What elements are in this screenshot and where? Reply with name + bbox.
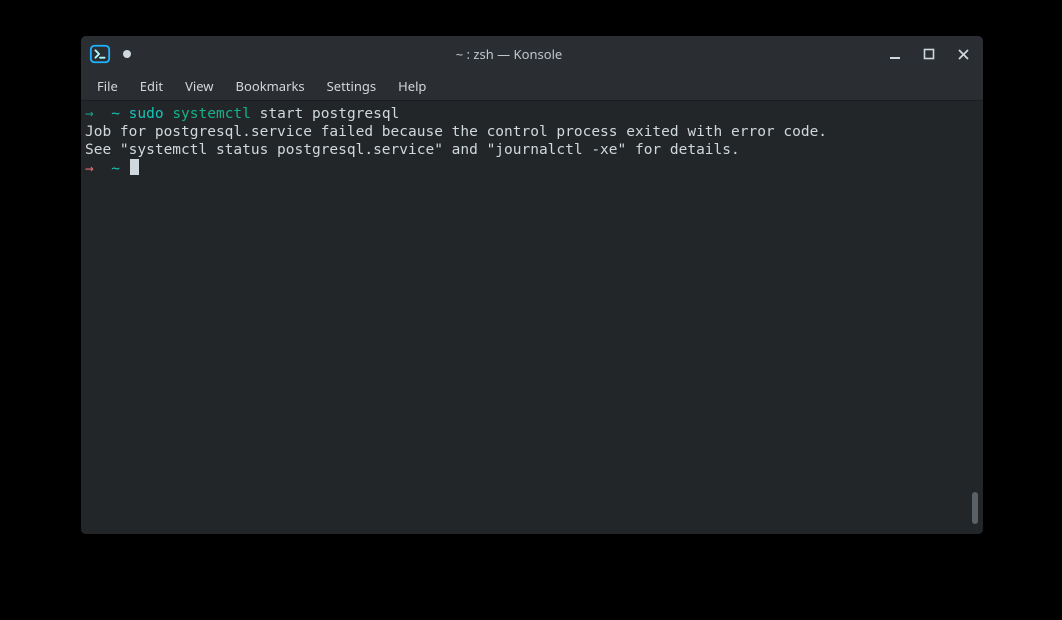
menu-help[interactable]: Help — [388, 75, 436, 97]
cmd-sudo: sudo — [129, 106, 164, 122]
menu-edit[interactable]: Edit — [130, 75, 173, 97]
menu-file[interactable]: File — [87, 75, 128, 97]
prompt-cwd: ~ — [111, 106, 120, 122]
prompt-arrow-error-icon: → — [85, 161, 94, 177]
menu-settings[interactable]: Settings — [317, 75, 386, 97]
terminal-viewport[interactable]: → ~ sudo systemctl start postgresql Job … — [81, 101, 983, 534]
menubar: File Edit View Bookmarks Settings Help — [81, 72, 983, 101]
tab-modified-indicator-icon — [123, 50, 131, 58]
window-controls — [887, 46, 975, 62]
terminal-cursor — [130, 159, 139, 175]
konsole-app-icon — [89, 43, 111, 65]
terminal-content: → ~ sudo systemctl start postgresql Job … — [85, 105, 969, 530]
menu-bookmarks[interactable]: Bookmarks — [226, 75, 315, 97]
maximize-button[interactable] — [921, 46, 937, 62]
scrollbar-thumb[interactable] — [972, 492, 978, 524]
terminal-scrollbar[interactable] — [971, 101, 979, 534]
output-line-2: See "systemctl status postgresql.service… — [85, 142, 740, 158]
prompt-arrow-icon: → — [85, 106, 94, 122]
minimize-button[interactable] — [887, 46, 903, 62]
konsole-window: ~ : zsh — Konsole File Edit View Bookmar… — [80, 35, 984, 535]
window-title: ~ : zsh — Konsole — [456, 45, 563, 63]
menu-view[interactable]: View — [175, 75, 223, 97]
prompt-cwd: ~ — [111, 161, 120, 177]
close-button[interactable] — [955, 46, 971, 62]
output-line-1: Job for postgresql.service failed becaus… — [85, 124, 827, 140]
cmd-args: start postgresql — [260, 106, 400, 122]
cmd-systemctl: systemctl — [172, 106, 251, 122]
titlebar[interactable]: ~ : zsh — Konsole — [81, 36, 983, 72]
